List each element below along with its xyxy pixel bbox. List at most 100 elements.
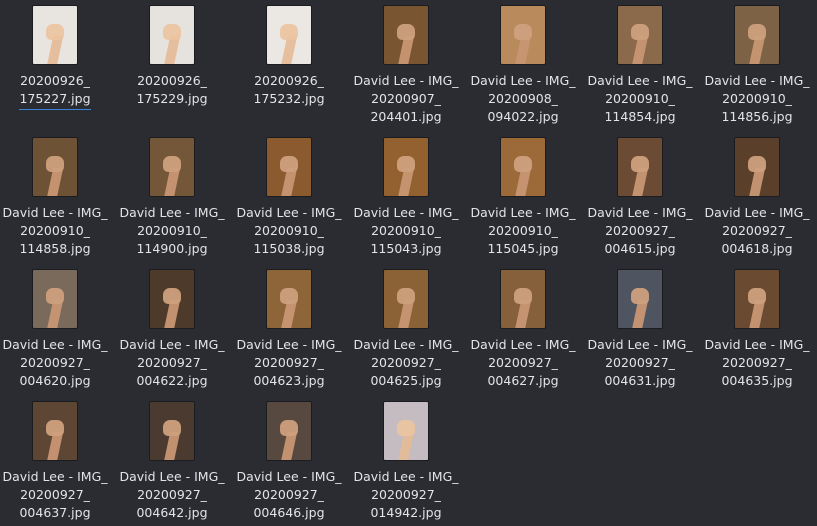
file-item[interactable]: David Lee - IMG_ 20200910_ 114858.jpg <box>0 132 113 262</box>
file-name-line: 20200910_ <box>137 223 207 238</box>
image-thumbnail-icon[interactable] <box>618 270 662 328</box>
image-thumbnail-icon[interactable] <box>384 138 428 196</box>
file-name-label: 20200926_ 175227.jpg <box>0 72 113 110</box>
image-thumbnail-icon[interactable] <box>33 138 77 196</box>
file-name-line: David Lee - IMG_ <box>119 205 225 220</box>
file-item[interactable]: David Lee - IMG_ 20200910_ 114856.jpg <box>699 0 815 130</box>
file-name-line: 20200927_ <box>371 355 441 370</box>
file-item[interactable]: David Lee - IMG_ 20200927_ 004637.jpg <box>0 396 113 526</box>
file-name-line: 20200927_ <box>137 487 207 502</box>
image-thumbnail-icon[interactable] <box>501 270 545 328</box>
file-item[interactable]: David Lee - IMG_ 20200910_ 114854.jpg <box>582 0 698 130</box>
file-name-line: 004615.jpg <box>604 241 676 256</box>
thumbnail-fist-shape <box>280 420 298 436</box>
file-item[interactable]: 20200926_ 175232.jpg <box>231 0 347 130</box>
file-name-line: 20200908_ <box>488 91 558 106</box>
thumbnail-arm-shape <box>748 36 766 64</box>
thumbnail-fist-shape <box>631 156 649 172</box>
file-name-line: 175232.jpg <box>253 91 325 106</box>
file-item[interactable]: David Lee - IMG_ 20200927_ 004618.jpg <box>699 132 815 262</box>
file-name-label: David Lee - IMG_ 20200927_ 004615.jpg <box>582 204 698 258</box>
thumbnail-fist-shape <box>163 420 181 436</box>
thumbnail-arm-shape <box>397 300 415 328</box>
image-thumbnail-icon[interactable] <box>267 270 311 328</box>
file-name-line: 20200907_ <box>371 91 441 106</box>
image-thumbnail-icon[interactable] <box>267 402 311 460</box>
file-name-line: 20200926_ <box>20 73 90 88</box>
thumbnail-arm-shape <box>748 168 766 196</box>
file-name-label: David Lee - IMG_ 20200927_ 004618.jpg <box>699 204 815 258</box>
thumbnail-fist-shape <box>46 24 64 40</box>
file-item[interactable]: David Lee - IMG_ 20200927_ 004623.jpg <box>231 264 347 394</box>
image-thumbnail-icon[interactable] <box>150 138 194 196</box>
thumbnail-fist-shape <box>46 288 64 304</box>
file-item[interactable]: 20200926_ 175229.jpg <box>114 0 230 130</box>
file-item[interactable]: David Lee - IMG_ 20200910_ 114900.jpg <box>114 132 230 262</box>
image-thumbnail-icon[interactable] <box>618 6 662 64</box>
image-thumbnail-icon[interactable] <box>150 402 194 460</box>
file-name-line: 20200910_ <box>605 91 675 106</box>
thumbnail-fist-shape <box>397 288 415 304</box>
image-thumbnail-icon[interactable] <box>33 6 77 64</box>
file-item[interactable]: David Lee - IMG_ 20200907_ 204401.jpg <box>348 0 464 130</box>
file-name-label: David Lee - IMG_ 20200910_ 115043.jpg <box>348 204 464 258</box>
file-item[interactable]: David Lee - IMG_ 20200910_ 115043.jpg <box>348 132 464 262</box>
thumbnail-arm-shape <box>631 168 649 196</box>
file-item[interactable]: David Lee - IMG_ 20200927_ 004627.jpg <box>465 264 581 394</box>
image-thumbnail-icon[interactable] <box>150 6 194 64</box>
file-name-line: 20200910_ <box>20 223 90 238</box>
image-thumbnail-icon[interactable] <box>384 6 428 64</box>
file-item[interactable]: David Lee - IMG_ 20200927_ 004642.jpg <box>114 396 230 526</box>
image-thumbnail-icon[interactable] <box>618 138 662 196</box>
file-name-line: 004646.jpg <box>253 505 325 520</box>
thumbnail-arm-shape <box>514 300 532 328</box>
file-item[interactable]: David Lee - IMG_ 20200910_ 115045.jpg <box>465 132 581 262</box>
thumbnail-fist-shape <box>280 156 298 172</box>
thumbnail-fist-shape <box>631 288 649 304</box>
file-name-line: 20200927_ <box>722 355 792 370</box>
file-name-label: David Lee - IMG_ 20200927_ 004627.jpg <box>465 336 581 390</box>
file-name-line: 115043.jpg <box>370 241 442 256</box>
file-item[interactable]: David Lee - IMG_ 20200927_ 004625.jpg <box>348 264 464 394</box>
file-name-line: David Lee - IMG_ <box>353 205 459 220</box>
image-thumbnail-icon[interactable] <box>501 138 545 196</box>
image-thumbnail-icon[interactable] <box>267 138 311 196</box>
file-name-label: David Lee - IMG_ 20200927_ 014942.jpg <box>348 468 464 522</box>
thumbnail-arm-shape <box>748 300 766 328</box>
thumbnail-arm-shape <box>280 36 298 64</box>
image-thumbnail-icon[interactable] <box>735 6 779 64</box>
file-name-line: David Lee - IMG_ <box>587 73 693 88</box>
file-name-line: David Lee - IMG_ <box>704 73 810 88</box>
image-thumbnail-icon[interactable] <box>150 270 194 328</box>
thumbnail-fist-shape <box>748 24 766 40</box>
file-item[interactable]: 20200926_ 175227.jpg <box>0 0 113 130</box>
file-name-line: 114900.jpg <box>136 241 208 256</box>
file-name-line: 094022.jpg <box>487 109 559 124</box>
thumbnail-fist-shape <box>514 288 532 304</box>
file-item[interactable]: David Lee - IMG_ 20200927_ 004646.jpg <box>231 396 347 526</box>
file-name-line: David Lee - IMG_ <box>236 337 342 352</box>
file-name-line: 004618.jpg <box>721 241 793 256</box>
thumbnail-fist-shape <box>631 24 649 40</box>
file-item[interactable]: David Lee - IMG_ 20200927_ 004622.jpg <box>114 264 230 394</box>
image-thumbnail-icon[interactable] <box>33 270 77 328</box>
image-thumbnail-icon[interactable] <box>735 138 779 196</box>
file-item[interactable]: David Lee - IMG_ 20200910_ 115038.jpg <box>231 132 347 262</box>
image-thumbnail-icon[interactable] <box>384 270 428 328</box>
image-thumbnail-icon[interactable] <box>735 270 779 328</box>
file-item[interactable]: David Lee - IMG_ 20200927_ 014942.jpg <box>348 396 464 526</box>
file-item[interactable]: David Lee - IMG_ 20200927_ 004620.jpg <box>0 264 113 394</box>
image-thumbnail-icon[interactable] <box>501 6 545 64</box>
image-thumbnail-icon[interactable] <box>267 6 311 64</box>
file-item[interactable]: David Lee - IMG_ 20200908_ 094022.jpg <box>465 0 581 130</box>
image-thumbnail-icon[interactable] <box>33 402 77 460</box>
file-name-line: David Lee - IMG_ <box>353 73 459 88</box>
file-item[interactable]: David Lee - IMG_ 20200927_ 004631.jpg <box>582 264 698 394</box>
file-item[interactable]: David Lee - IMG_ 20200927_ 004635.jpg <box>699 264 815 394</box>
thumbnail-fist-shape <box>163 156 181 172</box>
file-name-line: David Lee - IMG_ <box>470 205 576 220</box>
file-name-line: 20200926_ <box>254 73 324 88</box>
thumbnail-fist-shape <box>748 156 766 172</box>
file-item[interactable]: David Lee - IMG_ 20200927_ 004615.jpg <box>582 132 698 262</box>
image-thumbnail-icon[interactable] <box>384 402 428 460</box>
